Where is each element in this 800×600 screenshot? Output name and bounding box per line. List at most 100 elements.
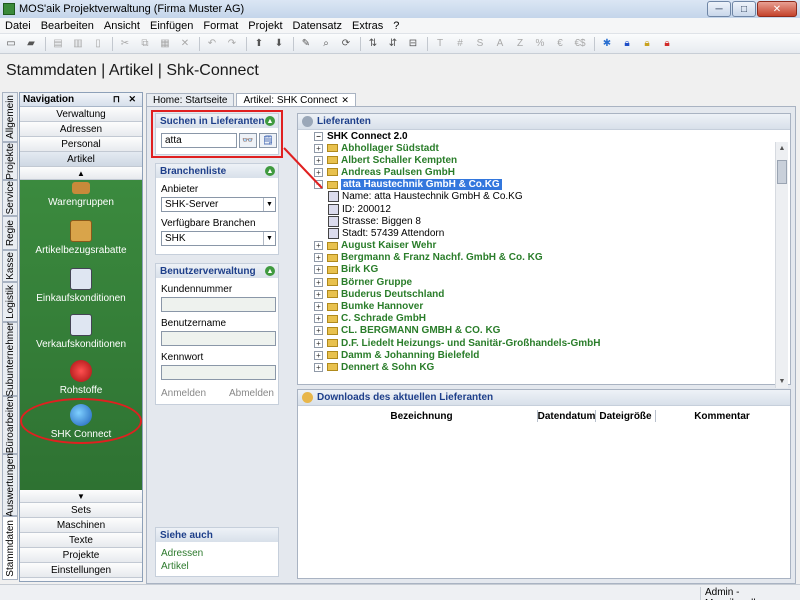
tree-row[interactable]: + Börner Gruppe [314,276,772,288]
scroll-down-icon[interactable]: ▼ [776,375,788,388]
expand-icon[interactable]: + [314,143,323,153]
delete-icon[interactable]: ✕ [176,36,194,52]
sort-asc-icon[interactable]: ⇅ [364,36,382,52]
menu-ansicht[interactable]: Ansicht [99,20,145,32]
nav-maschinen[interactable]: Maschinen [20,518,142,533]
tree-row[interactable]: + Bumke Hannover [314,300,772,312]
link-artikel[interactable]: Artikel [161,561,278,572]
tab-startseite[interactable]: Home: Startseite [146,93,235,107]
expand-icon[interactable]: + [314,338,323,348]
page-icon[interactable]: ▯ [89,36,107,52]
expand-icon[interactable]: + [314,253,323,263]
menu-datei[interactable]: Datei [0,20,36,32]
cut-icon[interactable]: ✂ [116,36,134,52]
nav-verwaltung[interactable]: Verwaltung [20,107,142,122]
anbieter-select[interactable]: SHK-Server ▼ [161,197,276,212]
tree-row[interactable]: + Bergmann & Franz Nachf. GmbH & Co. KG [314,252,772,264]
scroll-up-icon[interactable]: ▲ [20,167,142,180]
menu-datensatz[interactable]: Datensatz [288,20,348,32]
vtab-allgemein[interactable]: Allgemein [2,92,18,142]
print-icon[interactable]: ▤ [49,36,67,52]
tree-row[interactable]: + Abhollager Südstadt [314,142,772,154]
expand-icon[interactable]: + [314,362,323,372]
expand-icon[interactable]: + [314,326,323,336]
lock-red-icon[interactable]: 🔒︎ [658,36,676,52]
col-bezeichnung[interactable]: Bezeichnung [306,410,538,422]
nav-adressen[interactable]: Adressen [20,122,142,137]
vtab-service[interactable]: Service [2,180,18,216]
preview-icon[interactable]: ▥ [69,36,87,52]
euro-icon[interactable]: € [551,36,569,52]
expand-icon[interactable]: + [314,277,323,287]
close-button[interactable]: ✕ [757,1,797,17]
tree-root[interactable]: − SHK Connect 2.0 [314,131,408,142]
vtab-subunternehmer[interactable]: Subunternehmer [2,322,18,396]
expand-icon[interactable]: + [314,289,323,299]
expand-icon[interactable]: + [314,350,323,360]
arrow-up-icon[interactable]: ⬆ [250,36,268,52]
menu-einfuegen[interactable]: Einfügen [145,20,198,32]
redo-icon[interactable]: ↷ [223,36,241,52]
currency-icon[interactable]: €$ [571,36,589,52]
percent-icon[interactable]: % [531,36,549,52]
scroll-down-icon[interactable]: ▼ [20,490,142,503]
nav-projekte[interactable]: Projekte [20,548,142,563]
tree-row[interactable]: + Damm & Johanning Bielefeld [314,349,772,361]
maximize-button[interactable]: □ [732,1,756,17]
collapse-icon[interactable]: ▲ [265,266,275,276]
vtab-auswertungen[interactable]: Auswertungen [2,453,18,517]
vtab-kasse[interactable]: Kasse [2,250,18,282]
menu-projekt[interactable]: Projekt [243,20,287,32]
tree-row[interactable]: + Dennert & Sohn KG [314,361,772,373]
collapse-icon[interactable]: − [314,180,323,190]
lock-yellow-icon[interactable]: 🔒︎ [638,36,656,52]
nav-item-einkaufskonditionen[interactable]: Einkaufskonditionen [20,268,142,304]
find-icon[interactable]: ⌕ [317,36,335,52]
col-kommentar[interactable]: Kommentar [656,410,788,422]
chevron-down-icon[interactable]: ▼ [263,198,275,211]
link-adressen[interactable]: Adressen [161,548,278,559]
scroll-up-icon[interactable]: ▲ [776,142,788,155]
nav-artikel[interactable]: Artikel [20,152,142,167]
tree-row[interactable]: + D.F. Liedelt Heizungs- und Sanitär-Groß… [314,337,772,349]
open-icon[interactable]: ▰ [22,36,40,52]
menu-extras[interactable]: Extras [347,20,388,32]
col-dateigroesse[interactable]: Dateigröße [596,410,656,422]
nav-item-warengruppen[interactable]: Warengruppen [20,182,142,208]
nav-texte[interactable]: Texte [20,533,142,548]
anmelden-button[interactable]: Anmelden [161,388,206,399]
tree-scrollbar[interactable]: ▲ ▼ [775,142,788,388]
minimize-button[interactable]: ─ [707,1,731,17]
collapse-icon[interactable]: − [314,132,323,141]
nav-personal[interactable]: Personal [20,137,142,152]
tab-shk-connect[interactable]: Artikel: SHK Connect ✕ [236,93,356,107]
nav-item-artikelbezugsrabatte[interactable]: Artikelbezugsrabatte [20,220,142,256]
expand-icon[interactable]: + [314,167,323,177]
z-format-icon[interactable]: Z [511,36,529,52]
menu-help[interactable]: ? [388,20,404,32]
s-format-icon[interactable]: S [471,36,489,52]
vtab-logistik[interactable]: Logistik [2,282,18,322]
pin-close-icons[interactable]: ⊓ ✕ [113,94,139,105]
pen-icon[interactable]: ✎ [297,36,315,52]
lock-blue-icon[interactable]: 🔒︎ [618,36,636,52]
tab-close-icon[interactable]: ✕ [341,95,349,106]
tree-row[interactable]: + Buderus Deutschland [314,288,772,300]
vtab-projekte[interactable]: Projekte [2,142,18,180]
sort-desc-icon[interactable]: ⇵ [384,36,402,52]
tree-row[interactable]: + C. Schrade GmbH [314,313,772,325]
chevron-down-icon[interactable]: ▼ [263,232,275,245]
refresh-icon[interactable]: ⟳ [337,36,355,52]
kennwort-field[interactable] [161,365,276,380]
col-datendatum[interactable]: Datendatum [538,410,596,422]
scroll-thumb[interactable] [777,160,787,184]
benutzername-field[interactable] [161,331,276,346]
tree-row[interactable]: + Albert Schaller Kempten [314,154,772,166]
nav-item-verkaufskonditionen[interactable]: Verkaufskonditionen [20,314,142,350]
a-format-icon[interactable]: A [491,36,509,52]
collapse-icon[interactable]: ▲ [265,166,275,176]
tree-row[interactable]: + Andreas Paulsen GmbH [314,166,772,178]
tree-row-selected[interactable]: − atta Haustechnik GmbH & Co.KG [314,179,772,191]
nav-item-rohstoffe[interactable]: Rohstoffe [20,360,142,396]
expand-icon[interactable]: + [314,265,323,275]
